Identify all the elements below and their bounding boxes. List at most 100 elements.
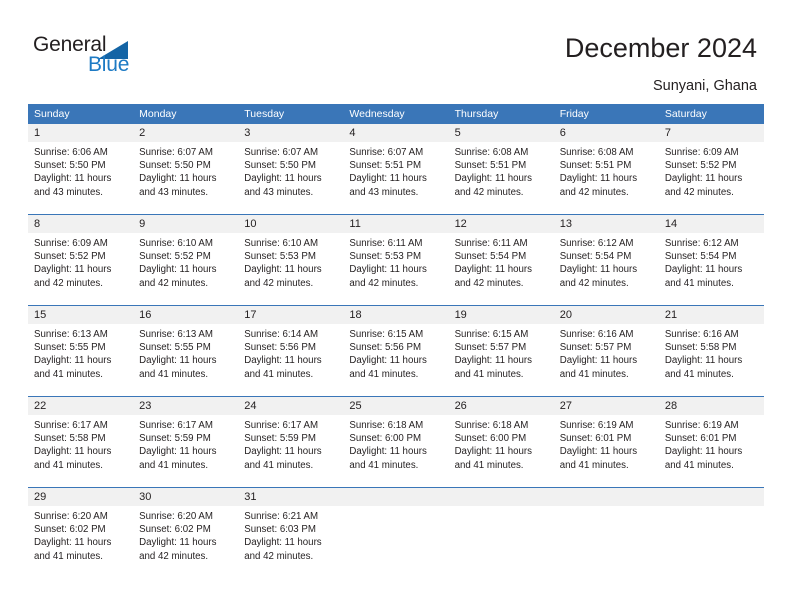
day-cell-14[interactable]: Sunrise: 6:12 AM Sunset: 5:54 PM Daylight:…: [659, 233, 764, 305]
week-daynumber-band: 29 30 31: [28, 488, 764, 506]
day-cell-10[interactable]: Sunrise: 6:10 AM Sunset: 5:53 PM Daylight:…: [238, 233, 343, 305]
day-info-line: Sunrise: 6:10 AM: [139, 238, 213, 249]
day-cell-25[interactable]: Sunrise: 6:18 AM Sunset: 6:00 PM Daylight:…: [343, 415, 448, 487]
day-cell-24[interactable]: Sunrise: 6:17 AM Sunset: 5:59 PM Daylight:…: [238, 415, 343, 487]
day-info-line: Daylight: 11 hours: [139, 264, 217, 276]
day-number-30[interactable]: 30: [133, 488, 238, 506]
day-info-line: and 41 minutes.: [34, 459, 103, 471]
day-cell-5[interactable]: Sunrise: 6:08 AM Sunset: 5:51 PM Daylight:…: [449, 142, 554, 214]
day-number-14[interactable]: 14: [659, 215, 764, 233]
weekday-header-thursday: Thursday: [454, 108, 499, 120]
day-cell-21[interactable]: Sunrise: 6:16 AM Sunset: 5:58 PM Daylight:…: [659, 324, 764, 396]
day-info-line: Daylight: 11 hours: [664, 173, 743, 185]
day-number-29[interactable]: 29: [28, 488, 133, 506]
day-cell-1[interactable]: Sunrise: 6:06 AM Sunset: 5:50 PM Daylight:…: [28, 142, 133, 214]
day-info-line: Sunset: 6:03 PM: [244, 524, 316, 536]
day-cell-23[interactable]: Sunrise: 6:17 AM Sunset: 5:59 PM Daylight:…: [133, 415, 238, 487]
day-cell-3[interactable]: Sunrise: 6:07 AM Sunset: 5:50 PM Daylight:…: [238, 142, 343, 214]
day-number-25[interactable]: 25: [343, 397, 448, 415]
day-cell-11[interactable]: Sunrise: 6:11 AM Sunset: 5:53 PM Daylight:…: [343, 233, 448, 305]
day-info-line: Daylight: 11 hours: [244, 537, 322, 549]
weekday-header-monday: Monday: [139, 108, 177, 120]
logo[interactable]: General Blue: [33, 33, 213, 83]
day-info-line: and 41 minutes.: [244, 459, 314, 471]
day-number-16[interactable]: 16: [133, 306, 238, 324]
day-cell-27[interactable]: Sunrise: 6:19 AM Sunset: 6:01 PM Daylight:…: [554, 415, 659, 487]
day-number-17[interactable]: 17: [238, 306, 343, 324]
day-info-line: Daylight: 11 hours: [34, 355, 112, 367]
day-cell-7[interactable]: Sunrise: 6:09 AM Sunset: 5:52 PM Daylight:…: [659, 142, 764, 214]
day-info-line: Daylight: 11 hours: [349, 173, 427, 185]
day-cell-17[interactable]: Sunrise: 6:14 AM Sunset: 5:56 PM Daylight:…: [238, 324, 343, 396]
day-cell-4[interactable]: Sunrise: 6:07 AM Sunset: 5:51 PM Daylight:…: [343, 142, 448, 214]
day-info-line: Daylight: 11 hours: [139, 173, 217, 185]
day-number-3[interactable]: 3: [238, 124, 343, 142]
day-info-line: Sunset: 5:54 PM: [664, 251, 737, 263]
day-info-line: Sunrise: 6:12 AM: [664, 238, 739, 249]
day-info-line: Sunset: 6:00 PM: [454, 433, 527, 445]
day-cell-28[interactable]: Sunrise: 6:19 AM Sunset: 6:01 PM Daylight:…: [659, 415, 764, 487]
day-info-line: Sunrise: 6:13 AM: [34, 329, 108, 340]
day-cell-13[interactable]: Sunrise: 6:12 AM Sunset: 5:54 PM Daylight:…: [554, 233, 659, 305]
weekday-header-tuesday: Tuesday: [244, 108, 285, 120]
day-number-23[interactable]: 23: [133, 397, 238, 415]
day-cell-19[interactable]: Sunrise: 6:15 AM Sunset: 5:57 PM Daylight:…: [449, 324, 554, 396]
day-info-line: and 42 minutes.: [559, 186, 629, 198]
day-number-15[interactable]: 15: [28, 306, 133, 324]
day-info-line: Sunrise: 6:09 AM: [34, 238, 108, 249]
day-info-line: Sunset: 5:59 PM: [139, 433, 211, 445]
day-number-4[interactable]: 4: [343, 124, 448, 142]
day-info-line: Daylight: 11 hours: [139, 446, 217, 458]
day-cell-31[interactable]: Sunrise: 6:21 AM Sunset: 6:03 PM Daylight:…: [238, 506, 343, 578]
day-cell-16[interactable]: Sunrise: 6:13 AM Sunset: 5:55 PM Daylight:…: [133, 324, 238, 396]
day-number-21[interactable]: 21: [659, 306, 764, 324]
day-number-28[interactable]: 28: [659, 397, 764, 415]
day-number-12[interactable]: 12: [449, 215, 554, 233]
day-number-19[interactable]: 19: [449, 306, 554, 324]
day-cell-26[interactable]: Sunrise: 6:18 AM Sunset: 6:00 PM Daylight:…: [449, 415, 554, 487]
day-number-18[interactable]: 18: [343, 306, 448, 324]
day-info-line: Daylight: 11 hours: [244, 446, 322, 458]
day-number-27[interactable]: 27: [554, 397, 659, 415]
day-cell-12[interactable]: Sunrise: 6:11 AM Sunset: 5:54 PM Daylight:…: [449, 233, 554, 305]
calendar-week-row: 15 16 17 18 19 20 21 Sunrise: 6:13 AM Sunset: 5:…: [28, 305, 764, 396]
day-number-26[interactable]: 26: [449, 397, 554, 415]
day-number-5[interactable]: 5: [449, 124, 554, 142]
day-info-line: Daylight: 11 hours: [244, 173, 322, 185]
day-cell-20[interactable]: Sunrise: 6:16 AM Sunset: 5:57 PM Daylight:…: [554, 324, 659, 396]
day-info-line: Daylight: 11 hours: [349, 264, 427, 276]
day-cell-2[interactable]: Sunrise: 6:07 AM Sunset: 5:50 PM Daylight:…: [133, 142, 238, 214]
day-number-empty: [659, 488, 764, 506]
day-number-1[interactable]: 1: [28, 124, 133, 142]
day-cell-9[interactable]: Sunrise: 6:10 AM Sunset: 5:52 PM Daylight:…: [133, 233, 238, 305]
day-cell-6[interactable]: Sunrise: 6:08 AM Sunset: 5:51 PM Daylight:…: [554, 142, 659, 214]
day-info-line: and 42 minutes.: [139, 277, 209, 289]
day-number-8[interactable]: 8: [28, 215, 133, 233]
day-number-11[interactable]: 11: [343, 215, 448, 233]
day-info-line: Daylight: 11 hours: [664, 264, 743, 276]
day-cell-29[interactable]: Sunrise: 6:20 AM Sunset: 6:02 PM Daylight:…: [28, 506, 133, 578]
day-number-22[interactable]: 22: [28, 397, 133, 415]
day-cell-15[interactable]: Sunrise: 6:13 AM Sunset: 5:55 PM Daylight:…: [28, 324, 133, 396]
day-number-9[interactable]: 9: [133, 215, 238, 233]
day-info-line: Sunrise: 6:15 AM: [349, 329, 424, 340]
day-number-20[interactable]: 20: [554, 306, 659, 324]
day-number-10[interactable]: 10: [238, 215, 343, 233]
day-number-24[interactable]: 24: [238, 397, 343, 415]
day-info-line: Sunset: 5:52 PM: [139, 251, 211, 263]
day-cell-18[interactable]: Sunrise: 6:15 AM Sunset: 5:56 PM Daylight:…: [343, 324, 448, 396]
day-number-13[interactable]: 13: [554, 215, 659, 233]
day-number-6[interactable]: 6: [554, 124, 659, 142]
day-info-line: and 41 minutes.: [34, 550, 103, 562]
day-number-31[interactable]: 31: [238, 488, 343, 506]
day-number-7[interactable]: 7: [659, 124, 764, 142]
day-info-line: Sunset: 5:56 PM: [349, 342, 422, 354]
day-cell-30[interactable]: Sunrise: 6:20 AM Sunset: 6:02 PM Daylight:…: [133, 506, 238, 578]
day-cell-22[interactable]: Sunrise: 6:17 AM Sunset: 5:58 PM Daylight:…: [28, 415, 133, 487]
day-info-line: Daylight: 11 hours: [244, 355, 322, 367]
day-info-line: Sunset: 5:52 PM: [34, 251, 106, 263]
day-info-line: Sunrise: 6:15 AM: [454, 329, 529, 340]
day-info-line: Sunrise: 6:14 AM: [244, 329, 319, 340]
day-number-2[interactable]: 2: [133, 124, 238, 142]
day-cell-8[interactable]: Sunrise: 6:09 AM Sunset: 5:52 PM Daylight:…: [28, 233, 133, 305]
